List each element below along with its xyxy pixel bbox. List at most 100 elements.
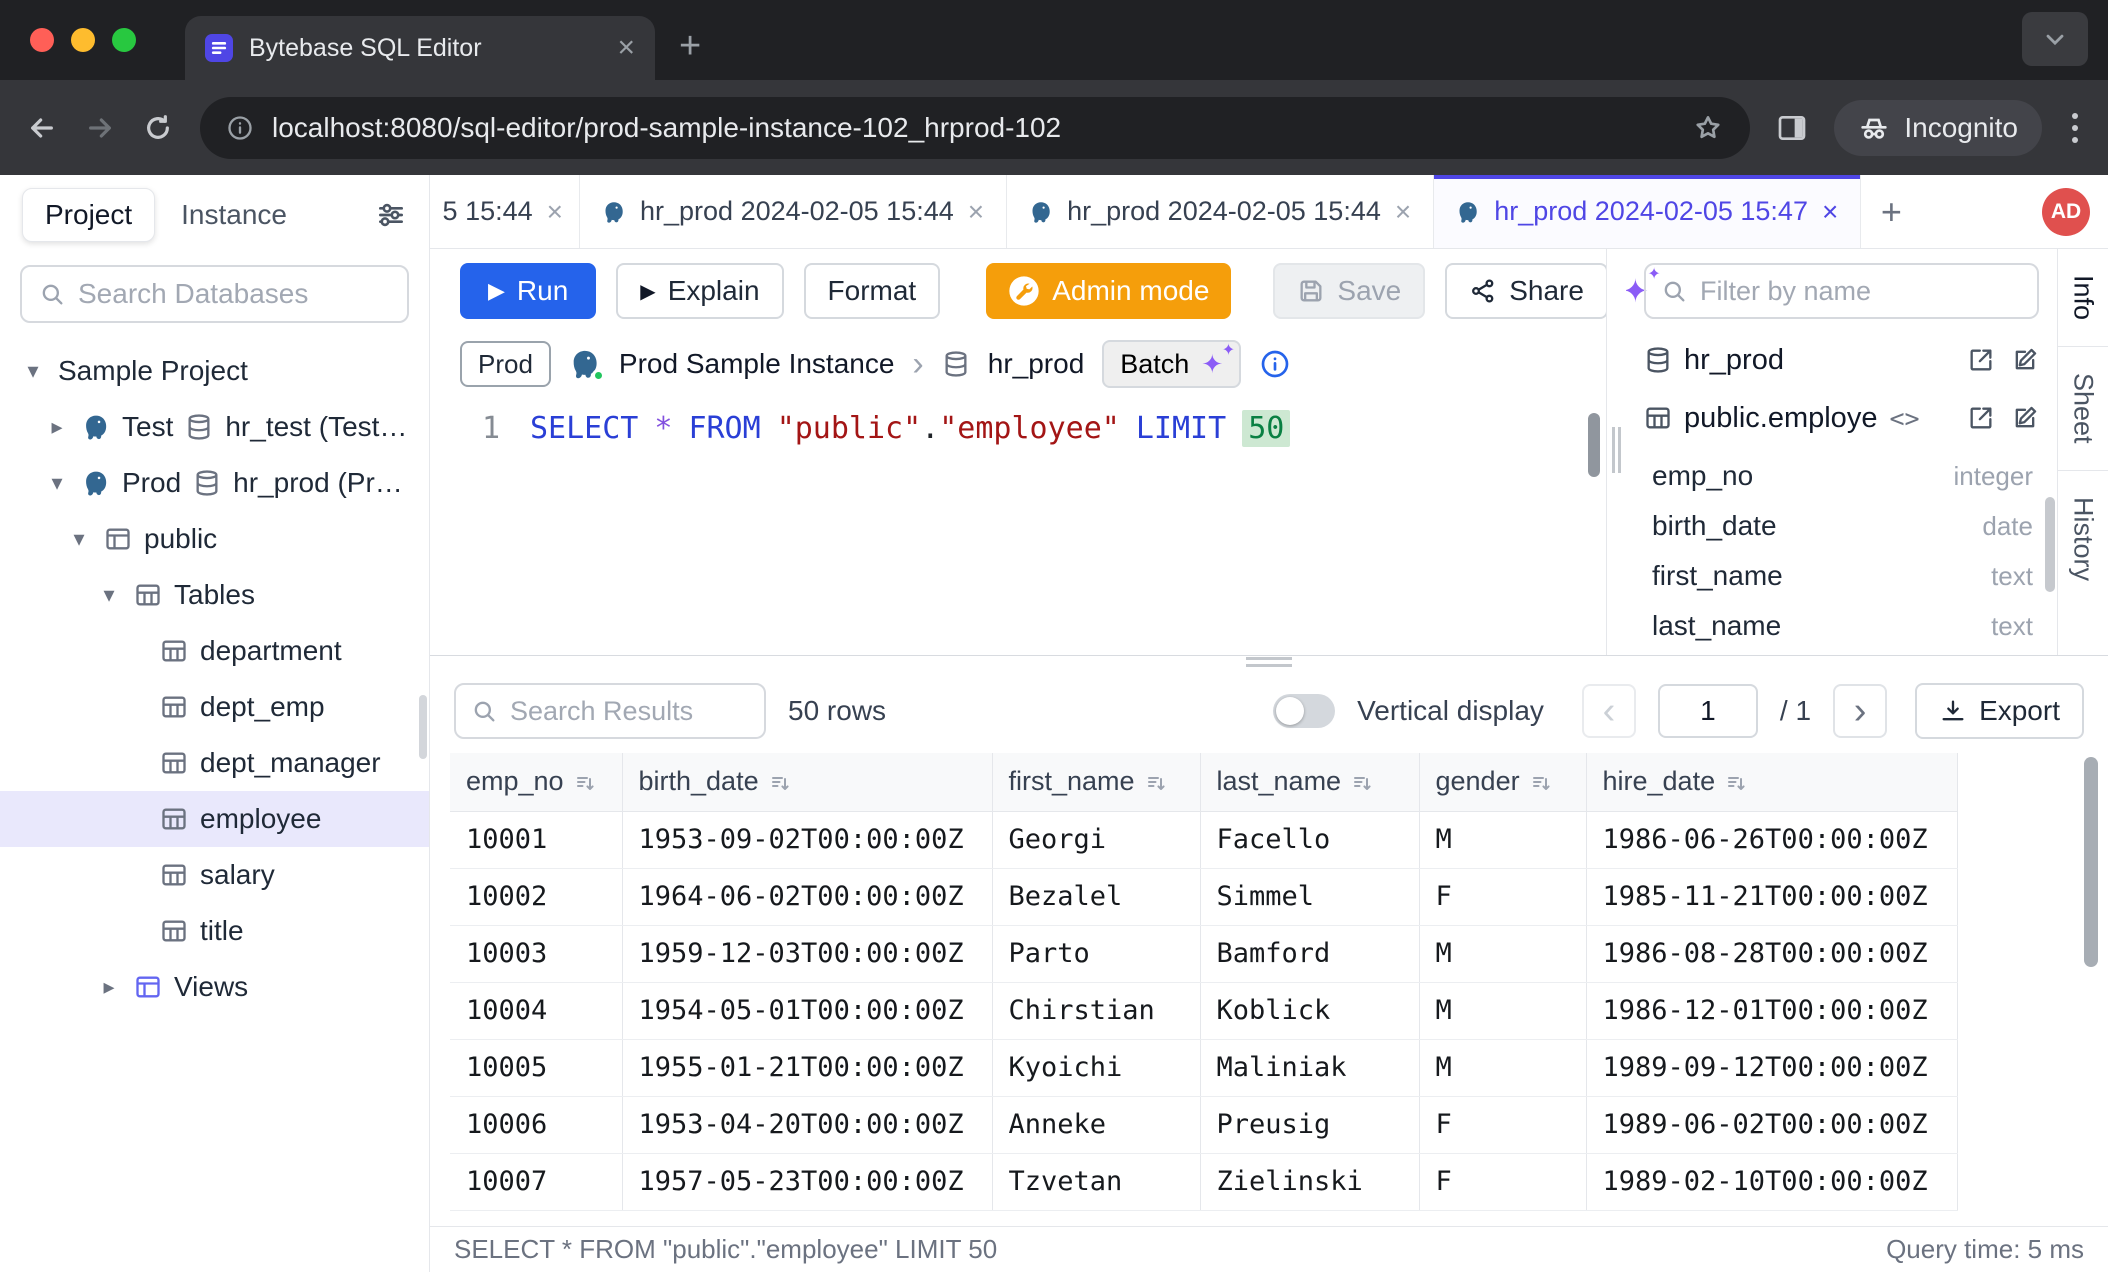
column-row[interactable]: birth_date date [1644, 501, 2039, 551]
search-databases-input[interactable] [78, 278, 391, 310]
sort-icon[interactable] [574, 772, 598, 796]
query-tab-1[interactable]: 5 15:44 × [430, 175, 580, 248]
close-icon[interactable]: × [1395, 196, 1411, 228]
tab-project[interactable]: Project [22, 188, 155, 242]
tree-item-test[interactable]: ▸ Test hr_test (Test… [0, 399, 429, 455]
query-tab-3[interactable]: hr_prod 2024-02-05 15:44 × [1007, 175, 1434, 248]
sidebar-item-dept-emp[interactable]: dept_emp [0, 679, 429, 735]
sort-icon[interactable] [769, 772, 793, 796]
forward-button[interactable] [84, 112, 116, 144]
edit-icon[interactable] [2011, 404, 2039, 432]
minimize-window-button[interactable] [71, 28, 95, 52]
database-name[interactable]: hr_prod [988, 348, 1085, 380]
sort-icon[interactable] [1725, 772, 1749, 796]
chevron-right-icon[interactable]: ▸ [44, 414, 70, 440]
run-button[interactable]: ▶ Run [460, 263, 596, 319]
chevron-down-icon[interactable]: ▾ [66, 526, 92, 552]
close-icon[interactable]: × [968, 196, 984, 228]
sql-editor[interactable]: 1 SELECT*FROM"public"."employee"LIMIT50 [430, 395, 1606, 655]
next-page-button[interactable]: › [1833, 684, 1887, 738]
table-row[interactable]: 10002 1964-06-02T00:00:00Z Bezalel Simme… [450, 868, 1957, 925]
table-row[interactable]: 10003 1959-12-03T00:00:00Z Parto Bamford… [450, 925, 1957, 982]
address-bar[interactable]: localhost:8080/sql-editor/prod-sample-in… [200, 97, 1750, 159]
sidebar-item-dept-manager[interactable]: dept_manager [0, 735, 429, 791]
panel-database-row[interactable]: hr_prod [1644, 331, 2039, 389]
query-tab-2[interactable]: hr_prod 2024-02-05 15:44 × [580, 175, 1007, 248]
page-number-input[interactable] [1658, 684, 1758, 738]
panel-resize-handle[interactable] [1612, 427, 1621, 473]
vertical-display-toggle[interactable] [1273, 694, 1335, 728]
close-window-button[interactable] [30, 28, 54, 52]
column-header[interactable]: hire_date [1586, 753, 1957, 811]
sidebar-item-salary[interactable]: salary [0, 847, 429, 903]
new-tab-button[interactable]: + [679, 25, 701, 68]
admin-mode-button[interactable]: Admin mode [986, 263, 1231, 319]
sidebar-resize-handle[interactable] [419, 695, 427, 759]
user-avatar[interactable]: AD [2042, 188, 2090, 236]
chevron-right-icon[interactable]: ▸ [96, 974, 122, 1000]
bookmark-star-icon[interactable] [1692, 112, 1724, 144]
chevron-down-icon[interactable]: ▾ [96, 582, 122, 608]
search-results-input[interactable] [510, 696, 750, 727]
column-header[interactable]: last_name [1200, 753, 1419, 811]
reload-button[interactable] [142, 112, 174, 144]
save-button[interactable]: Save [1273, 263, 1425, 319]
batch-button[interactable]: Batch ✦✦ [1102, 340, 1241, 388]
new-query-tab-button[interactable]: + [1861, 175, 1921, 248]
tab-search-button[interactable] [2022, 12, 2088, 66]
tab-history[interactable]: History [2058, 471, 2108, 607]
close-icon[interactable]: × [1822, 196, 1838, 228]
table-row[interactable]: 10005 1955-01-21T00:00:00Z Kyoichi Malin… [450, 1039, 1957, 1096]
browser-tab[interactable]: Bytebase SQL Editor × [185, 16, 655, 80]
column-header[interactable]: gender [1419, 753, 1586, 811]
previous-page-button[interactable]: ‹ [1582, 684, 1636, 738]
close-tab-icon[interactable]: × [617, 33, 635, 63]
tab-sheet[interactable]: Sheet [2058, 347, 2108, 471]
column-row[interactable]: emp_no integer [1644, 451, 2039, 501]
info-icon[interactable] [1259, 348, 1291, 380]
sidebar-item-title[interactable]: title [0, 903, 429, 959]
column-header[interactable]: first_name [992, 753, 1200, 811]
zoom-window-button[interactable] [112, 28, 136, 52]
panel-divider[interactable] [1606, 249, 1626, 655]
explain-button[interactable]: ▶ Explain [616, 263, 783, 319]
export-button[interactable]: Export [1915, 683, 2084, 739]
instance-name[interactable]: Prod Sample Instance [619, 348, 895, 380]
editor-scrollbar[interactable] [1588, 413, 1600, 477]
tree-item-project[interactable]: ▾ Sample Project [0, 343, 429, 399]
tab-instance[interactable]: Instance [181, 199, 287, 231]
tab-info[interactable]: Info [2058, 249, 2108, 347]
browser-menu-button[interactable] [2068, 109, 2082, 147]
tree-item-tables-group[interactable]: ▾ Tables [0, 567, 429, 623]
sidebar-item-department[interactable]: department [0, 623, 429, 679]
tree-item-schema-public[interactable]: ▾ public [0, 511, 429, 567]
tree-item-prod[interactable]: ▾ Prod hr_prod (Pr… [0, 455, 429, 511]
external-link-icon[interactable] [1967, 346, 1995, 374]
back-button[interactable] [26, 112, 58, 144]
filter-by-name[interactable] [1644, 263, 2039, 319]
table-row[interactable]: 10006 1953-04-20T00:00:00Z Anneke Preusi… [450, 1096, 1957, 1153]
site-info-icon[interactable] [226, 114, 254, 142]
filter-by-name-input[interactable] [1700, 276, 2023, 307]
sort-icon[interactable] [1351, 772, 1375, 796]
panel-scrollbar[interactable] [2045, 497, 2055, 592]
sort-icon[interactable] [1145, 772, 1169, 796]
results-scrollbar[interactable] [2084, 757, 2098, 967]
database-search[interactable] [20, 265, 409, 323]
query-tab-4-active[interactable]: hr_prod 2024-02-05 15:47 × [1434, 175, 1861, 248]
sidebar-item-employee[interactable]: employee [0, 791, 429, 847]
format-button[interactable]: Format [804, 263, 941, 319]
column-header[interactable]: emp_no [450, 753, 622, 811]
results-search[interactable] [454, 683, 766, 739]
code-icon[interactable]: <> [1889, 404, 1919, 433]
tree-item-views-group[interactable]: ▸ Views [0, 959, 429, 1015]
close-icon[interactable]: × [547, 196, 563, 228]
edit-icon[interactable] [2011, 346, 2039, 374]
column-header[interactable]: birth_date [622, 753, 992, 811]
table-row[interactable]: 10004 1954-05-01T00:00:00Z Chirstian Kob… [450, 982, 1957, 1039]
filter-sliders-icon[interactable] [375, 199, 407, 231]
table-row[interactable]: 10007 1957-05-23T00:00:00Z Tzvetan Zieli… [450, 1153, 1957, 1210]
chevron-down-icon[interactable]: ▾ [44, 470, 70, 496]
external-link-icon[interactable] [1967, 404, 1995, 432]
horizontal-splitter[interactable] [430, 655, 2108, 669]
